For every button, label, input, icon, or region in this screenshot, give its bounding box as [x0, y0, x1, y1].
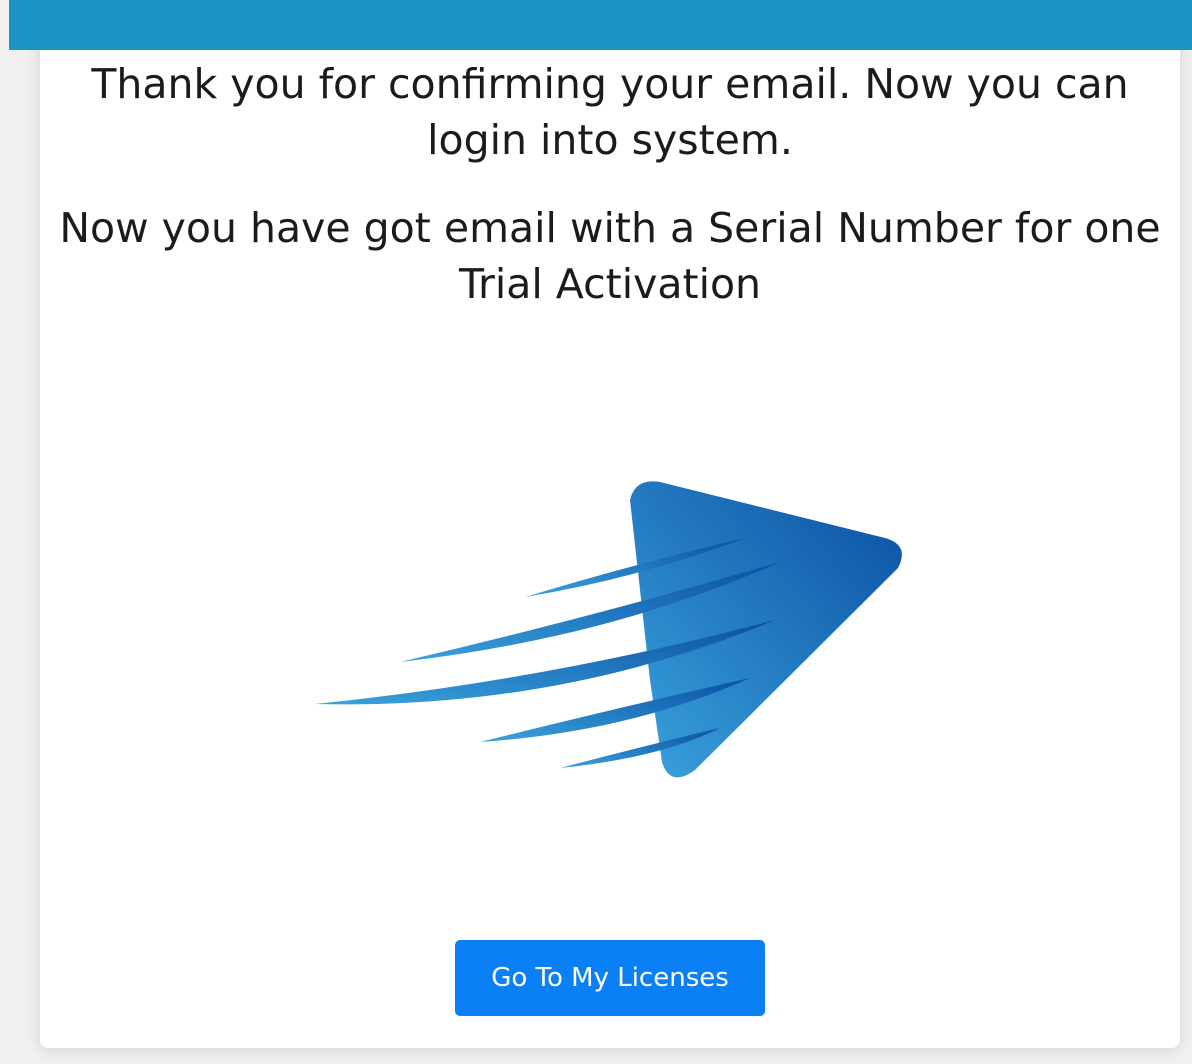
- go-to-my-licenses-button[interactable]: Go To My Licenses: [455, 940, 765, 1016]
- confirmation-message: Thank you for confirming your email. Now…: [91, 60, 1129, 164]
- serial-number-notice: Now you have got email with a Serial Num…: [59, 204, 1161, 308]
- speed-arrow-logo-icon: [315, 481, 902, 778]
- page: Thank you for confirming your email. Now…: [0, 0, 1192, 1064]
- header-bar: [9, 0, 1192, 50]
